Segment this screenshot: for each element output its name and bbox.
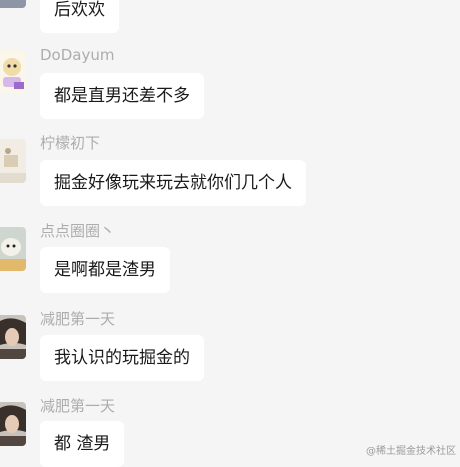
sender-name: DoDayum [40,46,115,64]
sender-avatar[interactable] [0,0,26,8]
partial-avatar-icon [0,0,26,8]
sender-name: 减肥第一天 [40,310,116,328]
person-photo-avatar-icon [0,402,26,446]
sender-avatar[interactable] [0,139,26,183]
sender-name: 点点圈圈丶 [40,222,116,240]
message-bubble[interactable]: 都 渣男 [40,421,125,467]
sender-avatar[interactable] [0,315,26,359]
sender-avatar[interactable] [0,50,26,94]
sender-avatar[interactable] [0,402,26,446]
sender-name: 柠檬初下 [40,134,101,152]
dog-photo-avatar-icon [0,227,26,271]
message-bubble[interactable]: 掘金好像玩来玩去就你们几个人 [40,160,306,206]
sender-name: 减肥第一天 [40,397,116,415]
watermark-text: @稀土掘金技术社区 [366,446,456,457]
message-bubble[interactable]: 都是直男还差不多 [40,73,204,119]
light-photo-avatar-icon [0,139,26,183]
person-photo-avatar-icon [0,315,26,359]
message-bubble[interactable]: 我认识的玩掘金的 [40,335,204,381]
sender-avatar[interactable] [0,227,26,271]
message-bubble[interactable]: 是啊都是渣男 [40,247,170,293]
cartoon-character-avatar-icon [0,50,26,94]
message-bubble[interactable]: 后欢欢 [40,0,119,33]
